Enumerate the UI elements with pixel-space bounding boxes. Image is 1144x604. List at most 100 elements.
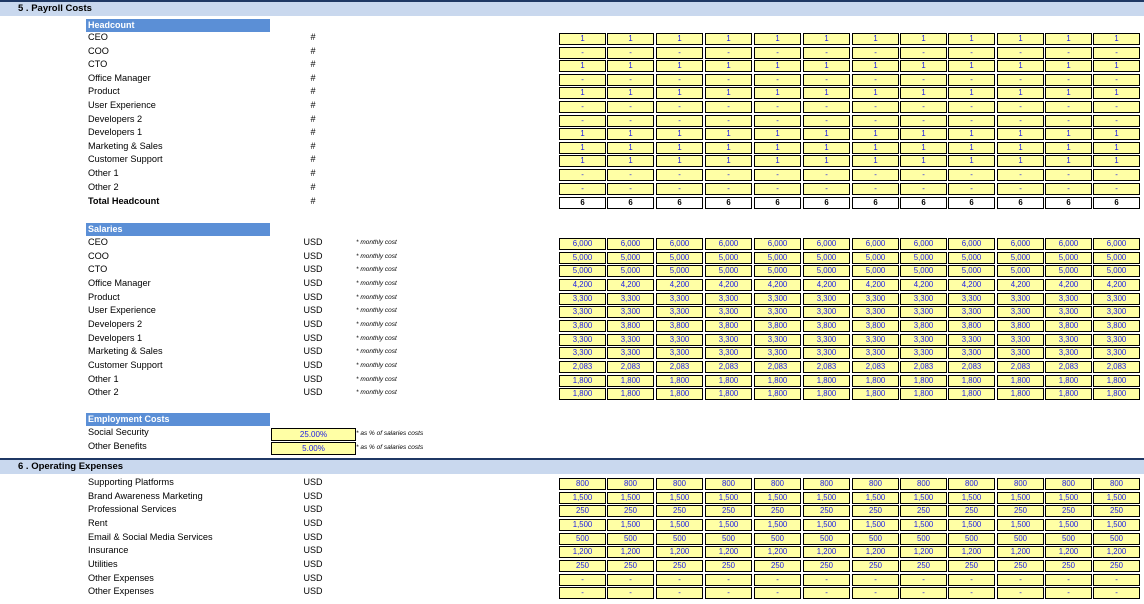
salary-row-cell[interactable]: 3,300 — [607, 293, 654, 305]
headcount-row-cell[interactable]: 1 — [559, 155, 606, 167]
opex-row-cell[interactable]: - — [705, 587, 752, 599]
headcount-row-cell[interactable]: 1 — [656, 155, 703, 167]
salary-row-cell[interactable]: 1,800 — [948, 388, 995, 400]
salary-row-cell[interactable]: 5,000 — [948, 252, 995, 264]
headcount-row-cell[interactable]: 1 — [705, 60, 752, 72]
opex-row-cell[interactable]: 1,200 — [754, 546, 801, 558]
salary-row-cell[interactable]: 3,300 — [997, 334, 1044, 346]
headcount-row-cell[interactable]: 1 — [803, 128, 850, 140]
opex-row-cell[interactable]: 250 — [705, 560, 752, 572]
opex-row-cell[interactable]: 800 — [559, 478, 606, 490]
salary-row-cell[interactable]: 3,300 — [997, 306, 1044, 318]
salary-row-cell[interactable]: 3,300 — [900, 347, 947, 359]
salary-row-cell[interactable]: 3,300 — [852, 347, 899, 359]
headcount-total-cell[interactable]: 6 — [900, 197, 947, 209]
headcount-row-cell[interactable]: - — [900, 183, 947, 195]
headcount-row-cell[interactable]: 1 — [656, 33, 703, 45]
headcount-row-cell[interactable]: - — [803, 169, 850, 181]
headcount-row-cell[interactable]: - — [852, 74, 899, 86]
opex-row-cell[interactable]: 1,500 — [997, 519, 1044, 531]
salary-row-cell[interactable]: 5,000 — [803, 252, 850, 264]
salary-row-cell[interactable]: 1,800 — [948, 375, 995, 387]
salary-row-cell[interactable]: 3,300 — [1045, 334, 1092, 346]
salary-row-cell[interactable]: 3,300 — [852, 306, 899, 318]
salary-row-cell[interactable]: 1,800 — [656, 388, 703, 400]
headcount-row-cell[interactable]: 1 — [1093, 33, 1140, 45]
salary-row-cell[interactable]: 5,000 — [852, 265, 899, 277]
opex-row-cell[interactable]: 800 — [1045, 478, 1092, 490]
opex-row-cell[interactable]: 1,500 — [852, 492, 899, 504]
salary-row-cell[interactable]: 3,800 — [607, 320, 654, 332]
headcount-row-cell[interactable]: 1 — [900, 33, 947, 45]
opex-row-cell[interactable]: - — [754, 587, 801, 599]
opex-row-cell[interactable]: 1,500 — [607, 519, 654, 531]
opex-row-cell[interactable]: 1,500 — [1093, 519, 1140, 531]
opex-row-cell[interactable]: 1,200 — [852, 546, 899, 558]
headcount-row-cell[interactable]: - — [948, 183, 995, 195]
opex-row-cell[interactable]: 1,200 — [656, 546, 703, 558]
headcount-row-cell[interactable]: - — [559, 169, 606, 181]
headcount-row-cell[interactable]: 1 — [607, 60, 654, 72]
opex-row-cell[interactable]: 250 — [754, 560, 801, 572]
opex-row-cell[interactable]: 1,500 — [900, 519, 947, 531]
salary-row-cell[interactable]: 4,200 — [656, 279, 703, 291]
salary-row-cell[interactable]: 5,000 — [607, 252, 654, 264]
headcount-row-cell[interactable]: 1 — [948, 155, 995, 167]
salary-row-cell[interactable]: 4,200 — [1045, 279, 1092, 291]
salary-row-cell[interactable]: 3,800 — [997, 320, 1044, 332]
headcount-row-cell[interactable]: 1 — [852, 33, 899, 45]
salary-row-cell[interactable]: 6,000 — [754, 238, 801, 250]
opex-row-cell[interactable]: 1,200 — [997, 546, 1044, 558]
headcount-row-cell[interactable]: 1 — [705, 87, 752, 99]
salary-row-cell[interactable]: 2,083 — [1045, 361, 1092, 373]
headcount-row-cell[interactable]: 1 — [852, 87, 899, 99]
headcount-row-cell[interactable]: - — [900, 169, 947, 181]
salary-row-cell[interactable]: 4,200 — [705, 279, 752, 291]
salary-row-cell[interactable]: 1,800 — [997, 388, 1044, 400]
opex-row-cell[interactable]: 500 — [754, 533, 801, 545]
opex-row-cell[interactable]: 1,500 — [705, 492, 752, 504]
headcount-row-cell[interactable]: 1 — [705, 33, 752, 45]
headcount-row-cell[interactable]: 1 — [948, 87, 995, 99]
opex-row-cell[interactable]: 1,200 — [948, 546, 995, 558]
opex-row-cell[interactable]: 250 — [803, 560, 850, 572]
salary-row-cell[interactable]: 2,083 — [559, 361, 606, 373]
headcount-row-cell[interactable]: - — [803, 101, 850, 113]
salary-row-cell[interactable]: 6,000 — [948, 238, 995, 250]
salary-row-cell[interactable]: 3,300 — [656, 306, 703, 318]
headcount-total-cell[interactable]: 6 — [1093, 197, 1140, 209]
headcount-total-cell[interactable]: 6 — [1045, 197, 1092, 209]
salary-row-cell[interactable]: 3,300 — [1045, 347, 1092, 359]
salary-row-cell[interactable]: 1,800 — [803, 375, 850, 387]
salary-row-cell[interactable]: 5,000 — [1045, 265, 1092, 277]
opex-row-cell[interactable]: 1,500 — [1093, 492, 1140, 504]
salary-row-cell[interactable]: 3,300 — [900, 334, 947, 346]
opex-row-cell[interactable]: 800 — [607, 478, 654, 490]
salary-row-cell[interactable]: 6,000 — [803, 238, 850, 250]
opex-row-cell[interactable]: 1,500 — [607, 492, 654, 504]
salary-row-cell[interactable]: 4,200 — [1093, 279, 1140, 291]
headcount-row-cell[interactable]: - — [900, 74, 947, 86]
salary-row-cell[interactable]: 5,000 — [705, 265, 752, 277]
salary-row-cell[interactable]: 3,300 — [1045, 293, 1092, 305]
salary-row-cell[interactable]: 3,300 — [607, 347, 654, 359]
salary-row-cell[interactable]: 1,800 — [559, 375, 606, 387]
salary-row-cell[interactable]: 5,000 — [754, 252, 801, 264]
salary-row-cell[interactable]: 3,300 — [705, 293, 752, 305]
salary-row-cell[interactable]: 3,300 — [900, 306, 947, 318]
headcount-row-cell[interactable]: 1 — [948, 60, 995, 72]
salary-row-cell[interactable]: 1,800 — [900, 375, 947, 387]
headcount-row-cell[interactable]: - — [754, 101, 801, 113]
opex-row-cell[interactable]: 1,500 — [1045, 492, 1092, 504]
opex-row-cell[interactable]: 1,500 — [559, 492, 606, 504]
opex-row-cell[interactable]: - — [852, 574, 899, 586]
headcount-row-cell[interactable]: 1 — [656, 128, 703, 140]
opex-row-cell[interactable]: - — [803, 574, 850, 586]
opex-row-cell[interactable]: 250 — [803, 505, 850, 517]
headcount-row-cell[interactable]: - — [656, 101, 703, 113]
opex-row-cell[interactable]: - — [656, 574, 703, 586]
salary-row-cell[interactable]: 3,800 — [559, 320, 606, 332]
salary-row-cell[interactable]: 4,200 — [852, 279, 899, 291]
headcount-row-cell[interactable]: - — [607, 183, 654, 195]
opex-row-cell[interactable]: 500 — [559, 533, 606, 545]
